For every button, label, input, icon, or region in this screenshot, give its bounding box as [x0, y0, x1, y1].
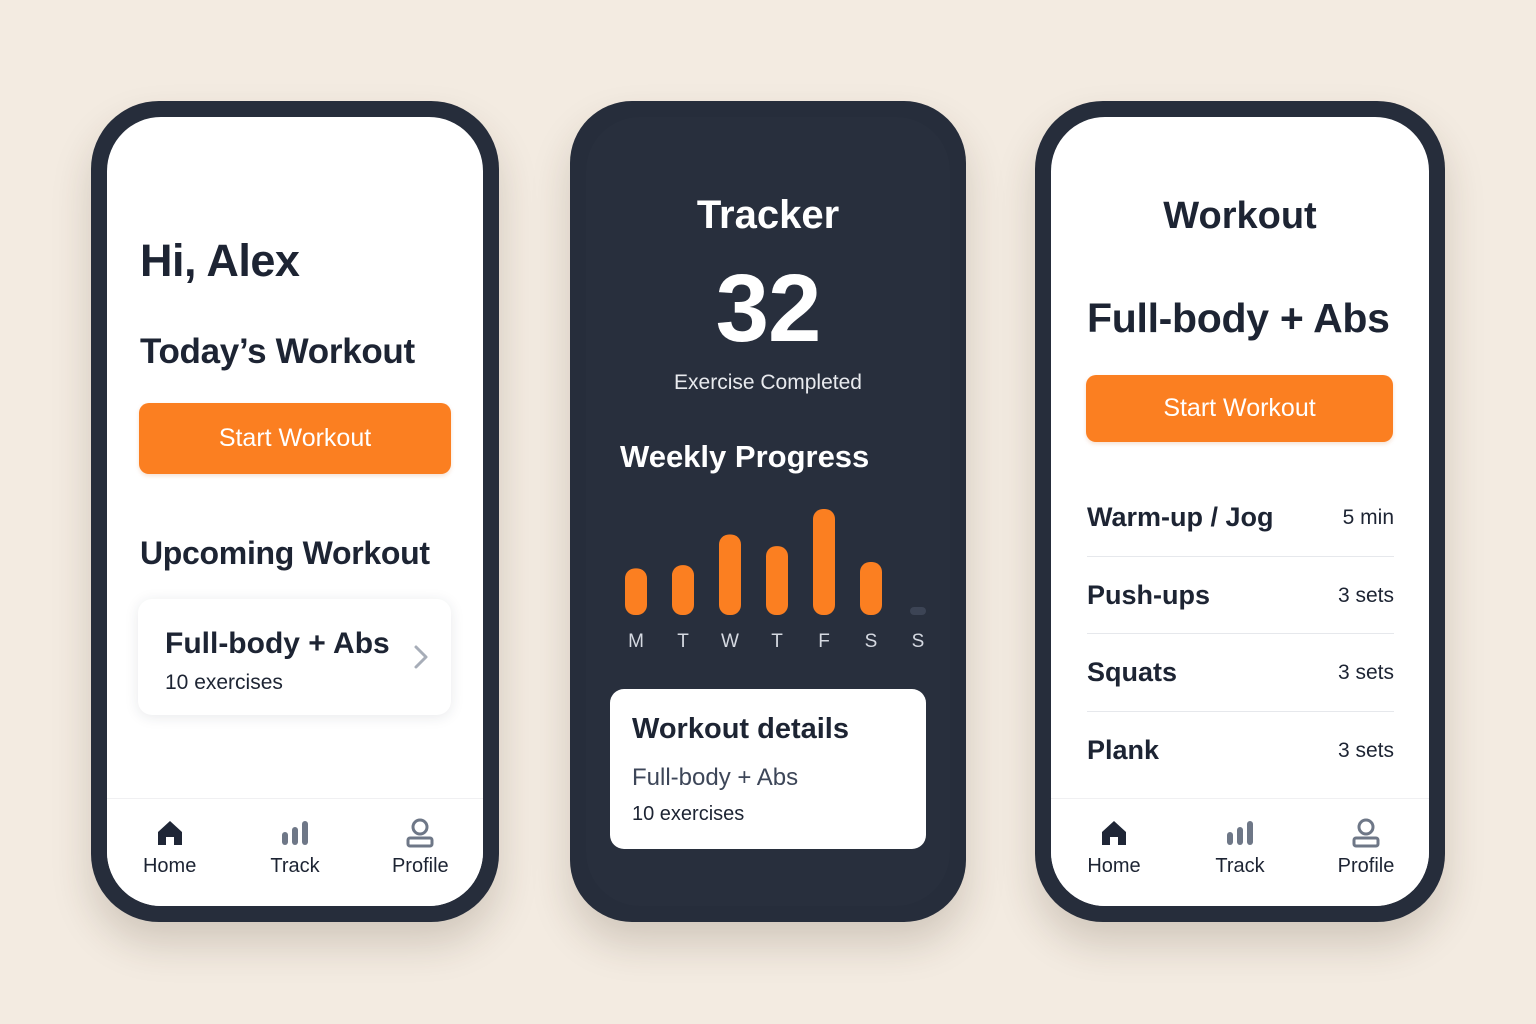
exercise-value: 5 min	[1342, 505, 1394, 529]
workout-details-card[interactable]: Workout details Full-body + Abs 10 exerc…	[610, 689, 926, 849]
home-phone: Hi, Alex Today’s Workout Start Workout U…	[91, 101, 499, 922]
workout-details-name: Full-body + Abs	[632, 764, 799, 791]
exercise-row-plank[interactable]: Plank 3 sets	[1087, 712, 1394, 789]
nav-track[interactable]: Track	[240, 817, 350, 878]
bar-chart-icon	[1227, 821, 1253, 845]
chart-bar-3	[766, 546, 788, 615]
start-workout-button[interactable]: Start Workout	[1086, 375, 1393, 442]
exercise-name: Warm-up / Jog	[1087, 502, 1274, 532]
upcoming-workout-count: 10 exercises	[165, 671, 283, 694]
chart-bar-6	[910, 607, 926, 615]
nav-home[interactable]: Home	[115, 817, 225, 878]
chart-bar-1	[672, 565, 694, 615]
weekly-progress-chart: MTWTFSS	[625, 509, 926, 652]
workout-phone: Workout Full-body + Abs Start Workout Wa…	[1035, 101, 1445, 922]
chart-bar-2	[719, 534, 741, 615]
exercise-row-pushups[interactable]: Push-ups 3 sets	[1087, 557, 1394, 634]
nav-track-label: Track	[270, 855, 320, 877]
workout-screen: Workout Full-body + Abs Start Workout Wa…	[1051, 117, 1429, 906]
workout-title: Workout	[1163, 195, 1317, 237]
nav-profile-label: Profile	[391, 855, 449, 877]
bottom-nav: Home Track Profile	[1051, 798, 1429, 906]
chart-day-label: F	[818, 631, 830, 652]
exercise-name: Push-ups	[1087, 580, 1211, 610]
exercise-name: Plank	[1087, 735, 1160, 765]
nav-profile-label: Profile	[1337, 855, 1395, 877]
exercise-row-squats[interactable]: Squats 3 sets	[1087, 634, 1394, 711]
chart-bar-5	[860, 562, 882, 615]
chevron-right-icon	[414, 645, 428, 669]
workout-details-count: 10 exercises	[632, 803, 745, 825]
todays-workout-title: Today’s Workout	[140, 332, 415, 371]
chart-bar-0	[625, 568, 647, 615]
upcoming-workout-card[interactable]: Full-body + Abs 10 exercises	[138, 599, 451, 715]
chart-day-label: S	[865, 631, 878, 652]
tracker-title: Tracker	[696, 193, 840, 237]
upcoming-workout-name: Full-body + Abs	[165, 627, 390, 660]
weekly-progress-title: Weekly Progress	[620, 439, 870, 474]
nav-profile[interactable]: Profile	[1311, 817, 1421, 878]
nav-home-label: Home	[142, 855, 197, 877]
nav-track-label: Track	[1215, 855, 1265, 877]
nav-home-label: Home	[1087, 855, 1141, 877]
nav-home[interactable]: Home	[1059, 817, 1169, 878]
bar-chart-icon	[281, 821, 308, 845]
tracker-screen: Tracker 32 Exercise Completed Weekly Pro…	[586, 117, 950, 906]
exercise-row-warmup[interactable]: Warm-up / Jog 5 min	[1087, 479, 1394, 556]
exercise-count-label: Exercise Completed	[674, 371, 862, 394]
workout-name: Full-body + Abs	[1087, 295, 1390, 341]
nav-track[interactable]: Track	[1185, 817, 1295, 878]
chart-day-label: M	[628, 631, 644, 652]
exercise-value: 3 sets	[1337, 583, 1394, 607]
exercise-name: Squats	[1087, 657, 1178, 687]
home-screen: Hi, Alex Today’s Workout Start Workout U…	[107, 117, 483, 906]
bottom-nav: Home Track Profile	[107, 798, 483, 906]
chart-day-label: W	[721, 631, 739, 652]
tracker-phone: Tracker 32 Exercise Completed Weekly Pro…	[570, 101, 966, 922]
chart-day-label: T	[677, 631, 689, 652]
exercise-count: 32	[715, 255, 822, 362]
chart-day-label: T	[771, 631, 783, 652]
user-icon	[1352, 818, 1380, 848]
nav-profile[interactable]: Profile	[365, 817, 475, 878]
home-icon	[157, 821, 182, 845]
exercise-value: 3 sets	[1337, 738, 1394, 762]
chart-bar-4	[813, 509, 835, 615]
user-icon	[406, 818, 434, 848]
start-workout-button[interactable]: Start Workout	[139, 403, 451, 474]
workout-details-title: Workout details	[632, 713, 849, 745]
home-icon	[1102, 821, 1126, 845]
chart-day-label: S	[912, 631, 925, 652]
greeting: Hi, Alex	[140, 235, 300, 286]
exercise-value: 3 sets	[1337, 660, 1394, 684]
upcoming-workout-title: Upcoming Workout	[140, 535, 430, 571]
